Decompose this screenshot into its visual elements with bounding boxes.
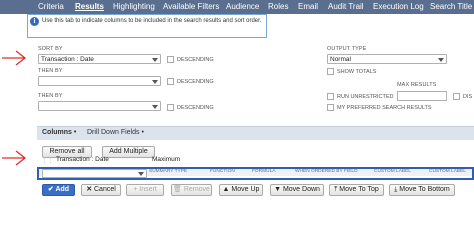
info-icon: i [30,17,39,26]
annotation-arrow-icon [2,150,27,166]
tab-results[interactable]: Results [75,0,104,14]
subtab-columns[interactable]: Columns • [42,129,76,136]
output-type-select[interactable]: Normal [327,54,447,64]
descending-label: DESCENDING [177,105,214,111]
arrow-down-icon: ▼ [274,186,283,193]
dis-checkbox[interactable] [453,93,460,100]
move-to-top-button[interactable]: ⤒ Move To Top [329,184,384,196]
edit-field-select[interactable] [42,169,147,178]
row-field: Transaction : Date [56,156,109,163]
then-by-select-2[interactable] [38,101,161,111]
run-unrestricted-checkbox[interactable] [327,93,334,100]
tab-available-filters[interactable]: Available Filters [163,0,219,14]
move-down-button[interactable]: ▼ Move Down [270,184,324,196]
max-results-label: MAX RESULTS [397,82,437,88]
run-unrestricted-label: RUN UNRESTRICTED [337,94,394,100]
chevron-down-icon [152,105,158,109]
tab-execution-log[interactable]: Execution Log [373,0,424,14]
remove-button[interactable]: 🗑 Remove [171,184,212,196]
close-icon: ✕ [86,186,94,193]
chevron-down-icon [152,58,158,62]
then-by-descending-checkbox-2[interactable] [167,104,174,111]
descending-label: DESCENDING [177,79,214,85]
dis-label: DIS [463,94,473,100]
sort-by-select[interactable]: Transaction : Date [38,54,161,64]
tab-highlighting[interactable]: Highlighting [113,0,155,14]
tab-search-title[interactable]: Search Title [430,0,472,14]
then-by-descending-checkbox-1[interactable] [167,78,174,85]
add-button[interactable]: ✔ Add [42,184,75,196]
drag-handle-icon[interactable]: ⋮⋮ [41,156,54,164]
tab-email[interactable]: Email [298,0,318,14]
chevron-down-icon [152,80,158,84]
sort-by-label: SORT BY [38,46,63,52]
tab-bar: Criteria Results Highlighting Available … [0,0,474,14]
output-type-label: OUTPUT TYPE [327,46,367,52]
chevron-down-icon [138,172,144,176]
preferred-results-checkbox[interactable] [327,104,334,111]
annotation-arrow-icon [2,50,27,66]
sort-descending-checkbox[interactable] [167,56,174,63]
descending-label: DESCENDING [177,57,214,63]
insert-button[interactable]: + Insert [126,184,164,196]
show-totals-label: SHOW TOTALS [337,69,377,75]
tab-audience[interactable]: Audience [226,0,259,14]
then-by-label: THEN BY [38,93,63,99]
move-to-bottom-button[interactable]: ⤓ Move To Bottom [389,184,455,196]
subtab-drill-down-fields[interactable]: Drill Down Fields • [87,129,144,136]
info-message: i Use this tab to indicate columns to be… [27,14,267,38]
cancel-button[interactable]: ✕ Cancel [81,184,121,196]
subtab-bar: Columns • Drill Down Fields • [37,126,474,140]
row-summary-type: Maximum [152,156,181,163]
preferred-results-label: MY PREFERRED SEARCH RESULTS [337,105,432,111]
then-by-select-1[interactable] [38,76,161,86]
tab-roles[interactable]: Roles [268,0,288,14]
max-results-input[interactable] [397,91,447,101]
info-text: Use this tab to indicate columns to be i… [42,18,262,24]
move-up-button[interactable]: ▲ Move Up [219,184,263,196]
chevron-down-icon [438,58,444,62]
trash-icon: 🗑 [173,186,184,193]
table-row[interactable]: ⋮⋮ Transaction : Date Maximum [37,155,474,166]
then-by-label: THEN BY [38,68,63,74]
tab-criteria[interactable]: Criteria [38,0,64,14]
show-totals-checkbox[interactable] [327,68,334,75]
tab-audit-trail[interactable]: Audit Trail [328,0,364,14]
